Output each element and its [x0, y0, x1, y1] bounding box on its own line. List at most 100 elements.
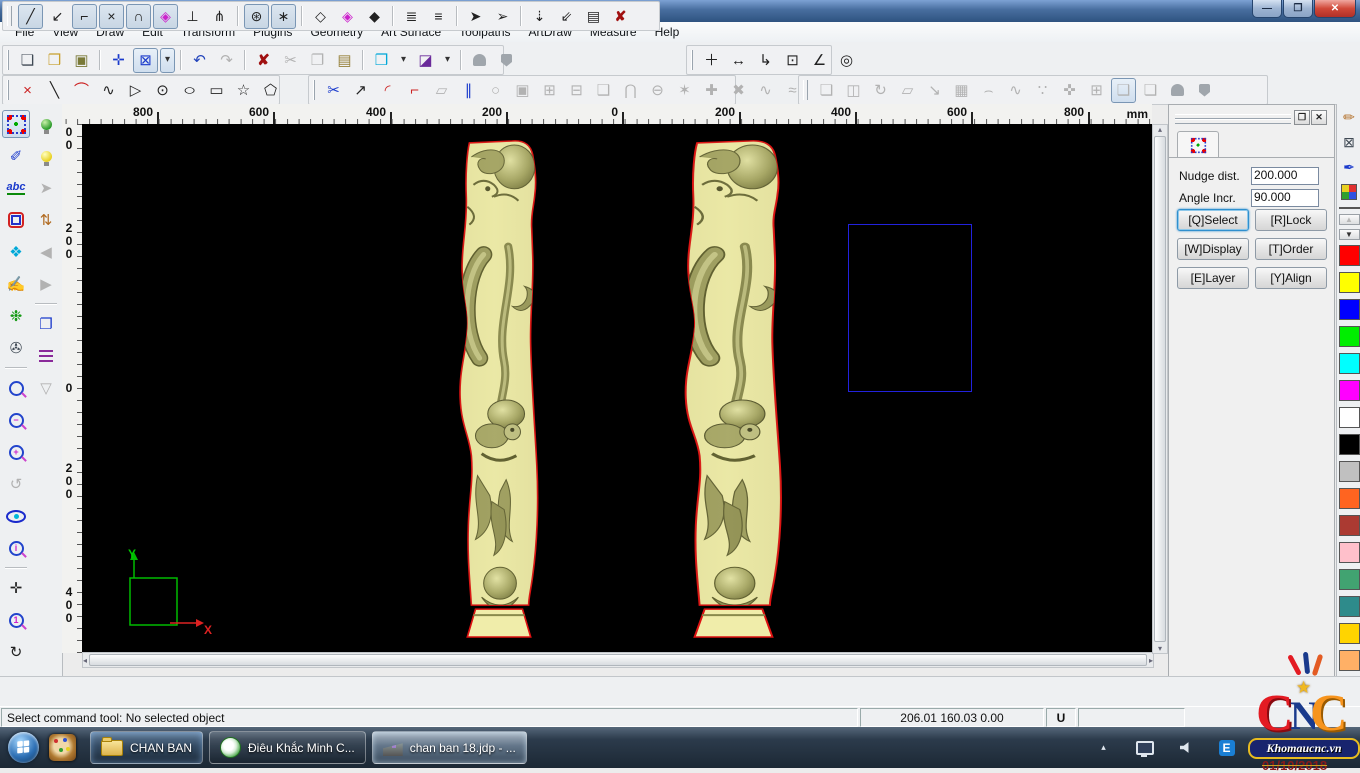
save-button[interactable]: ▣ — [69, 48, 94, 73]
combine-tool[interactable]: ❑ — [1111, 78, 1136, 103]
view-surface-button[interactable]: ◪ — [413, 48, 438, 73]
swatch-red[interactable] — [1339, 245, 1360, 266]
node-insert-tool[interactable]: ✚ — [699, 78, 724, 103]
y-align-button[interactable]: [Y]Align — [1255, 267, 1327, 289]
swatch-brick[interactable] — [1339, 515, 1360, 536]
draw-polyline-tool[interactable]: ▷ — [123, 78, 148, 103]
palette-up-button[interactable]: ▲ — [1339, 214, 1360, 225]
snap-layer-all[interactable]: ≡ — [426, 4, 451, 29]
pan-button[interactable]: ✛ — [2, 574, 30, 602]
clone-up-tool[interactable]: ⊞ — [537, 78, 562, 103]
swatch-blue[interactable] — [1339, 299, 1360, 320]
jdpaint-taskbar-icon[interactable] — [49, 734, 76, 761]
show-relief-button[interactable] — [32, 142, 60, 170]
nudge-dist-input[interactable]: 200.000 — [1251, 167, 1319, 185]
curve-array-tool[interactable]: ∿ — [1003, 78, 1028, 103]
snap-corner[interactable]: ⌐ — [72, 4, 97, 29]
palette-edit-button[interactable] — [1338, 180, 1360, 203]
mirror-tool[interactable]: ◫ — [841, 78, 866, 103]
text-tool[interactable]: abc — [2, 174, 30, 202]
color-dropper-button[interactable]: ✒ — [1338, 155, 1360, 178]
zoom-info-button[interactable]: i — [2, 534, 30, 562]
draw-ellipse-tool[interactable]: ○ — [177, 78, 202, 103]
copy-offset-tool[interactable]: ❏ — [814, 78, 839, 103]
measure-region-button[interactable]: ◎ — [834, 48, 859, 73]
w-display-button[interactable]: [W]Display — [1177, 238, 1249, 260]
tray-show-hidden[interactable]: ▴ — [1091, 735, 1116, 760]
draw-curve-tool[interactable]: ∿ — [96, 78, 121, 103]
snap-nearest[interactable]: ↙ — [45, 4, 70, 29]
r-lock-button[interactable]: [R]Lock — [1255, 209, 1327, 231]
node-edit-tool[interactable]: ✐ — [2, 142, 30, 170]
object-list-tool[interactable]: ▤ — [581, 4, 606, 29]
pick-remove-cursor[interactable]: ➢ — [490, 4, 515, 29]
fillet-tool[interactable]: ◜ — [375, 78, 400, 103]
swap-display-button[interactable]: ⇅ — [32, 206, 60, 234]
chamfer-tool[interactable]: ⌐ — [402, 78, 427, 103]
snap-perpendicular[interactable]: ⊥ — [180, 4, 205, 29]
contour-tool[interactable] — [2, 206, 30, 234]
swatch-white[interactable] — [1339, 407, 1360, 428]
snap-diamond-fill[interactable]: ◆ — [362, 4, 387, 29]
swatch-orange[interactable] — [1339, 488, 1360, 509]
to-curve-tool[interactable]: ∿ — [753, 78, 778, 103]
redraw-button[interactable]: ↺ — [2, 470, 30, 498]
swatch-silver[interactable] — [1339, 461, 1360, 482]
scroll-thumb[interactable] — [1154, 136, 1166, 642]
check-direction-tool[interactable]: ⇙ — [554, 4, 579, 29]
scroll-down-arrow[interactable]: ▾ — [1158, 644, 1162, 653]
q-select-button[interactable]: [Q]Select — [1177, 209, 1249, 231]
copy-button[interactable]: ❐ — [305, 48, 330, 73]
view-all-button[interactable] — [2, 502, 30, 530]
scroll-up-arrow[interactable]: ▴ — [1158, 125, 1162, 134]
clone-tool[interactable]: ❏ — [1138, 78, 1163, 103]
tray-ie-icon[interactable]: E — [1214, 735, 1239, 760]
undo-button[interactable]: ↶ — [187, 48, 212, 73]
angle-incr-input[interactable]: 90.000 — [1251, 189, 1319, 207]
select-properties-tab[interactable] — [1177, 131, 1219, 158]
weld-tool[interactable]: ❑ — [591, 78, 616, 103]
snap-endpoint[interactable]: ╱ — [18, 4, 43, 29]
taskbar-jdpaint[interactable]: chan ban 18.jdp - ... — [372, 731, 527, 764]
canvas[interactable]: Y X — [82, 124, 1152, 652]
stretch-tool[interactable]: ↘ — [922, 78, 947, 103]
snap-diamond-free[interactable]: ◇ — [308, 4, 333, 29]
panel-restore-button[interactable]: ❐ — [1294, 110, 1310, 125]
snap-intersection[interactable]: × — [99, 4, 124, 29]
toolbar-grip[interactable] — [7, 50, 9, 70]
draw-arc-tool[interactable]: ⌒ — [69, 78, 94, 103]
shield-stamp-tool[interactable] — [1192, 78, 1217, 103]
close-button[interactable]: ✕ — [1314, 0, 1356, 18]
select-mode-button[interactable]: ⊠ — [133, 48, 158, 73]
scroll-thumb[interactable] — [89, 654, 1147, 666]
scatter-tool[interactable]: ∵ — [1030, 78, 1055, 103]
measure-distance-button[interactable]: ↔ — [726, 48, 751, 73]
layer-manager-button[interactable] — [32, 342, 60, 370]
zoom-in-button[interactable]: + — [2, 438, 30, 466]
t-order-button[interactable]: [T]Order — [1255, 238, 1327, 260]
view-3d-dropdown[interactable]: ▾ — [396, 48, 411, 73]
taskbar-dieu-khac[interactable]: Điêu Khắc Minh C... — [209, 731, 366, 764]
view-forward-button[interactable]: ▶ — [32, 270, 60, 298]
zoom-scale-button[interactable]: 1 — [2, 606, 30, 634]
offset-curve-tool[interactable]: ∥ — [456, 78, 481, 103]
subtract-tool[interactable]: ⊖ — [645, 78, 670, 103]
fill-tool[interactable]: ❖ — [2, 238, 30, 266]
swatch-lime[interactable] — [1339, 326, 1360, 347]
drop-node-tool[interactable]: ⇣ — [527, 4, 552, 29]
relief-shield-tool[interactable] — [494, 48, 519, 73]
node-delete-tool[interactable]: ✖ — [726, 78, 751, 103]
canvas-vertical-scrollbar[interactable]: ▴ ▾ — [1152, 124, 1168, 654]
snap-layer-current[interactable]: ≣ — [399, 4, 424, 29]
array-tool[interactable]: ▦ — [949, 78, 974, 103]
toolbar-grip[interactable] — [803, 80, 808, 100]
open-file-button[interactable]: ❒ — [42, 48, 67, 73]
zoom-out-button[interactable]: − — [2, 406, 30, 434]
zoom-object-button[interactable] — [2, 374, 30, 402]
relief-spray-tool[interactable]: ❉ — [2, 302, 30, 330]
draw-star-tool[interactable]: ☆ — [231, 78, 256, 103]
panel-close-button[interactable]: ✕ — [1311, 110, 1327, 125]
current-color-swatch[interactable] — [1339, 207, 1360, 209]
cancel-command-button[interactable]: ✘ — [608, 4, 633, 29]
start-button[interactable] — [8, 732, 39, 763]
